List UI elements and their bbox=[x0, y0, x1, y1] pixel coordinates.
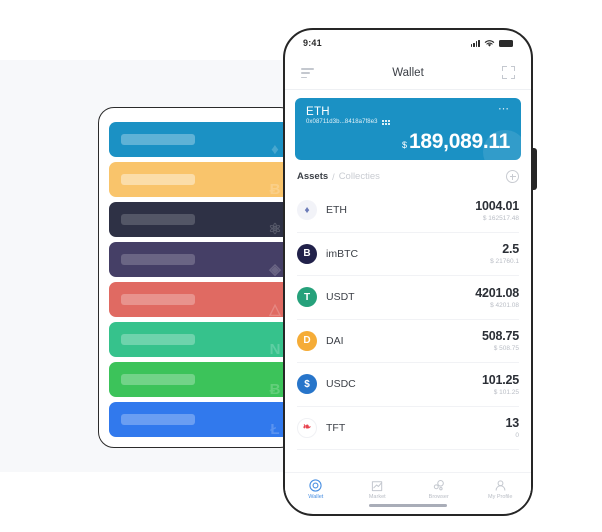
signal-bars-icon bbox=[470, 39, 480, 47]
home-indicator bbox=[369, 504, 447, 507]
placeholder-bar bbox=[121, 134, 195, 145]
bch-card[interactable]: Ƀ bbox=[109, 362, 295, 397]
asset-row[interactable]: T USDT 4201.08 $ 4201.08 bbox=[297, 276, 519, 320]
status-bar: 9:41 bbox=[285, 30, 531, 56]
asset-row[interactable]: ❧ TFT 13 0 bbox=[297, 407, 519, 450]
assets-tabs-row: Assets / Collecties bbox=[285, 160, 531, 189]
btc-card[interactable]: Ƀ bbox=[109, 162, 295, 197]
page-title: Wallet bbox=[392, 66, 424, 79]
imbtc-coin-icon: B bbox=[297, 243, 317, 264]
placeholder-bar bbox=[121, 334, 195, 345]
asset-values: 4201.08 $ 4201.08 bbox=[475, 286, 519, 309]
more-options-icon[interactable]: ⋯ bbox=[498, 104, 510, 114]
asset-fiat-value: $ 101.25 bbox=[493, 388, 519, 396]
mockup-stage: ♦ Ƀ ⚛ ◈ △ N Ƀ Ł 9:41 Wallet ⋯ ETH 0x0871… bbox=[0, 0, 602, 532]
asset-values: 1004.01 $ 162517.48 bbox=[475, 199, 519, 222]
balance-amount-row: $ 189,089.11 bbox=[402, 130, 510, 154]
nav-label: Browser bbox=[428, 494, 449, 500]
status-time: 9:41 bbox=[303, 38, 322, 48]
usdt-coin-icon: T bbox=[297, 287, 317, 308]
placeholder-bar bbox=[121, 174, 195, 185]
asset-symbol: USDT bbox=[326, 291, 355, 304]
tab-collecties[interactable]: Collecties bbox=[339, 171, 380, 182]
balance-card[interactable]: ⋯ ETH 0x08711d3b...8418a7f8e3 $ 189,089.… bbox=[295, 98, 521, 160]
trx-card[interactable]: △ bbox=[109, 282, 295, 317]
neo-card[interactable]: N bbox=[109, 322, 295, 357]
asset-symbol: TFT bbox=[326, 421, 346, 434]
wallet-icon bbox=[285, 478, 347, 492]
asset-fiat-value: $ 21760.1 bbox=[490, 258, 519, 266]
tab-separator: / bbox=[332, 171, 335, 182]
nav-label: My Profile bbox=[488, 494, 513, 500]
nav-item-browser[interactable]: Browser bbox=[408, 478, 470, 500]
asset-fiat-value: 0 bbox=[515, 432, 519, 440]
asset-amount: 2.5 bbox=[502, 242, 519, 257]
atom-card[interactable]: ⚛ bbox=[109, 202, 295, 237]
balance-symbol: ETH bbox=[306, 106, 330, 118]
placeholder-bar bbox=[121, 294, 195, 305]
tft-coin-icon: ❧ bbox=[297, 417, 317, 438]
asset-row[interactable]: $ USDC 101.25 $ 101.25 bbox=[297, 363, 519, 407]
asset-amount: 101.25 bbox=[481, 372, 519, 387]
asset-symbol: DAI bbox=[326, 334, 344, 347]
nav-item-market[interactable]: Market bbox=[347, 478, 409, 500]
app-bar: Wallet bbox=[285, 56, 531, 90]
dai-coin-icon: D bbox=[297, 330, 317, 351]
asset-amount: 508.75 bbox=[481, 329, 519, 344]
phone-frame: 9:41 Wallet ⋯ ETH 0x08711d3b...8418a7f8e… bbox=[283, 28, 533, 516]
menu-icon[interactable] bbox=[301, 68, 314, 81]
usdc-coin-icon: $ bbox=[297, 374, 317, 395]
status-icons bbox=[470, 39, 513, 48]
wallet-address-row[interactable]: 0x08711d3b...8418a7f8e3 bbox=[306, 119, 510, 125]
chart-icon bbox=[347, 478, 409, 492]
asset-row[interactable]: D DAI 508.75 $ 508.75 bbox=[297, 320, 519, 363]
nav-item-wallet[interactable]: Wallet bbox=[285, 478, 347, 500]
placeholder-bar bbox=[121, 214, 195, 225]
add-asset-icon[interactable] bbox=[506, 170, 519, 183]
scan-icon[interactable] bbox=[502, 66, 515, 79]
eth-coin-icon: ♦ bbox=[297, 200, 317, 221]
ltc-card[interactable]: Ł bbox=[109, 402, 295, 437]
asset-list: ♦ ETH 1004.01 $ 162517.48 BimBTC 2.5 $ 21760.1… bbox=[285, 189, 531, 450]
asset-amount: 4201.08 bbox=[475, 285, 519, 300]
nav-label: Wallet bbox=[308, 494, 324, 500]
asset-row[interactable]: ♦ ETH 1004.01 $ 162517.48 bbox=[297, 189, 519, 233]
asset-symbol: imBTC bbox=[326, 247, 359, 260]
nav-item-my-profile[interactable]: My Profile bbox=[470, 478, 532, 500]
wifi-icon bbox=[484, 39, 495, 47]
asset-row[interactable]: BimBTC 2.5 $ 21760.1 bbox=[297, 233, 519, 276]
eos-card[interactable]: ◈ bbox=[109, 242, 295, 277]
asset-fiat-value: $ 162517.48 bbox=[482, 214, 519, 222]
eth-card[interactable]: ♦ bbox=[109, 122, 295, 157]
asset-values: 508.75 $ 508.75 bbox=[482, 329, 519, 352]
card-stack-list: ♦ Ƀ ⚛ ◈ △ N Ƀ Ł bbox=[109, 122, 295, 442]
placeholder-bar bbox=[121, 254, 195, 265]
card-stack-panel: ♦ Ƀ ⚛ ◈ △ N Ƀ Ł bbox=[98, 107, 296, 448]
nav-label: Market bbox=[368, 494, 386, 500]
placeholder-bar bbox=[121, 374, 195, 385]
asset-amount: 1004.01 bbox=[475, 198, 519, 213]
asset-symbol: ETH bbox=[326, 204, 347, 217]
app-screen: ⋯ ETH 0x08711d3b...8418a7f8e3 $ 189,089.… bbox=[285, 98, 531, 512]
asset-fiat-value: $ 4201.08 bbox=[490, 301, 519, 309]
tab-assets[interactable]: Assets bbox=[297, 171, 328, 182]
qr-code-icon[interactable] bbox=[381, 119, 390, 125]
asset-values: 101.25 $ 101.25 bbox=[482, 373, 519, 396]
asset-values: 13 0 bbox=[505, 416, 519, 439]
profile-icon bbox=[470, 478, 532, 492]
browser-icon bbox=[408, 478, 470, 492]
asset-values: 2.5 $ 21760.1 bbox=[490, 242, 519, 265]
balance-currency: $ bbox=[402, 140, 408, 150]
wallet-address: 0x08711d3b...8418a7f8e3 bbox=[306, 119, 378, 125]
balance-amount: 189,089.11 bbox=[409, 130, 510, 153]
placeholder-bar bbox=[121, 414, 195, 425]
asset-symbol: USDC bbox=[326, 378, 356, 391]
battery-icon bbox=[499, 39, 513, 47]
asset-amount: 13 bbox=[505, 416, 519, 431]
asset-fiat-value: $ 508.75 bbox=[493, 345, 519, 353]
